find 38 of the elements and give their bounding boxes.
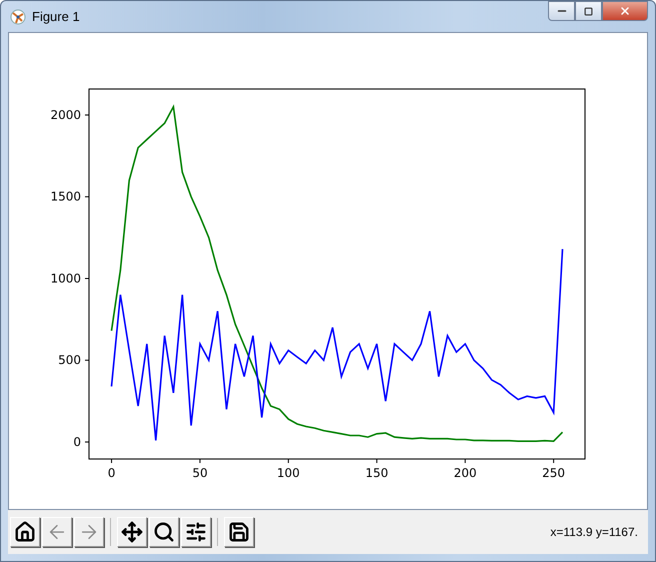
tick-label: 0 — [108, 466, 116, 480]
tick-mark — [84, 114, 90, 116]
tick-label: 500 — [58, 353, 81, 368]
pan-button[interactable] — [117, 517, 147, 547]
zoom-button[interactable] — [149, 517, 179, 547]
tick-label: 50 — [192, 466, 208, 480]
tick-mark — [376, 458, 378, 464]
tick-label: 1500 — [50, 190, 81, 204]
search-icon — [153, 521, 175, 543]
tick-mark — [84, 196, 90, 198]
tick-label: 150 — [365, 466, 388, 480]
maximize-button[interactable] — [575, 1, 602, 21]
tick-label: 1000 — [50, 272, 81, 286]
tick-mark — [464, 458, 466, 464]
tick-mark — [84, 360, 90, 361]
save-button[interactable] — [224, 517, 254, 547]
cursor-coordinates: x=113.9 y=1167. — [550, 525, 638, 539]
sliders-icon — [185, 521, 207, 543]
tick-mark — [288, 458, 289, 464]
tick-mark — [111, 458, 112, 464]
tick-label: 100 — [276, 466, 300, 480]
configure-button[interactable] — [181, 517, 211, 547]
home-button[interactable] — [10, 517, 40, 547]
minimize-button[interactable] — [548, 1, 575, 21]
home-icon — [14, 521, 36, 543]
maximize-icon — [584, 6, 593, 16]
tick-label: 2000 — [50, 108, 81, 122]
close-icon — [619, 5, 631, 17]
close-button[interactable] — [602, 1, 648, 21]
tick-label: 200 — [454, 466, 477, 480]
tick-mark — [553, 458, 554, 464]
app-icon — [10, 8, 26, 24]
move-icon — [121, 521, 143, 543]
tick-label: 250 — [542, 466, 566, 480]
tick-mark — [199, 458, 200, 464]
window-title: Figure 1 — [32, 9, 81, 24]
tick-mark — [84, 278, 90, 279]
tick-label: 0 — [73, 435, 81, 449]
